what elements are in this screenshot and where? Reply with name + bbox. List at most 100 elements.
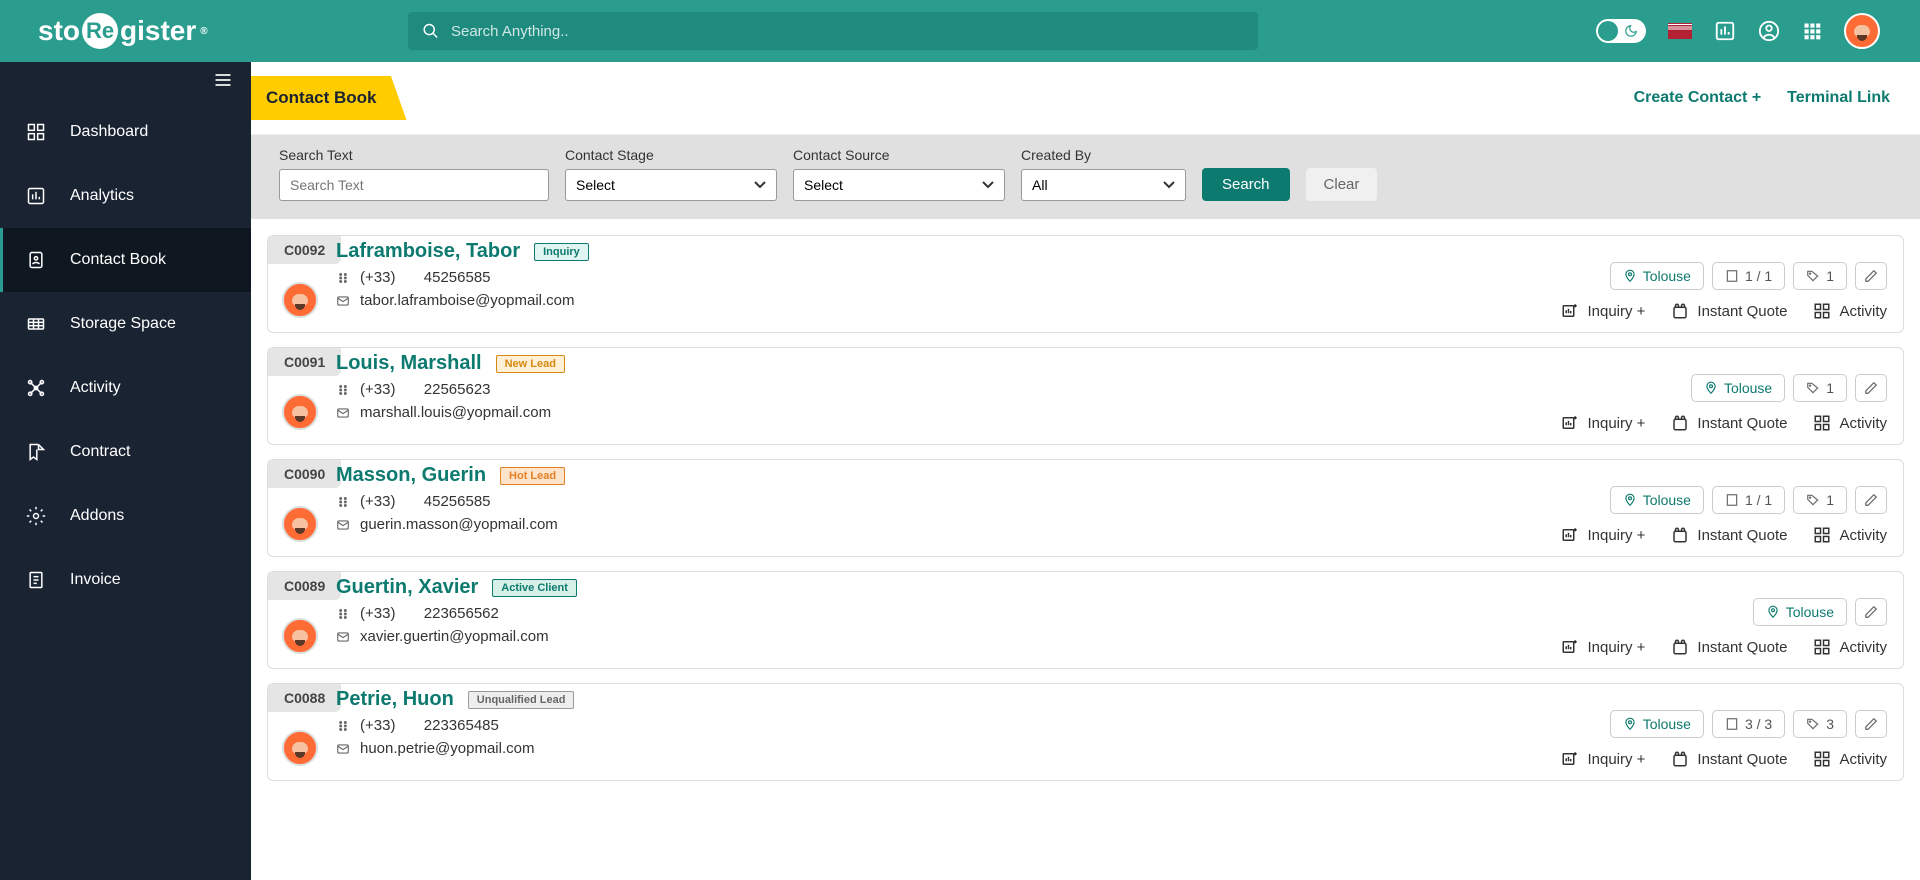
units-chip[interactable]: 1 / 1: [1712, 262, 1785, 290]
create-contact-link[interactable]: Create Contact +: [1634, 89, 1762, 107]
edit-chip[interactable]: [1855, 374, 1887, 402]
contact-chips: Tolouse: [1753, 598, 1887, 626]
activity-action[interactable]: Activity: [1813, 638, 1887, 656]
activity-action[interactable]: Activity: [1813, 526, 1887, 544]
quote-icon: [1671, 302, 1689, 320]
sidebar-item-label: Analytics: [70, 187, 134, 205]
instant-quote-action[interactable]: Instant Quote: [1671, 526, 1787, 544]
action-label: Inquiry +: [1587, 751, 1645, 768]
inquiry-action[interactable]: Inquiry +: [1561, 750, 1645, 768]
contact-stage-select[interactable]: Select: [565, 169, 777, 201]
action-label: Activity: [1839, 639, 1887, 656]
inquiry-plus-icon: [1561, 750, 1579, 768]
email-icon: [336, 742, 350, 756]
contact-name[interactable]: Laframboise, Tabor: [336, 240, 520, 263]
units-chip[interactable]: 3 / 3: [1712, 710, 1785, 738]
apps-grid-icon[interactable]: [1802, 21, 1822, 41]
activity-grid-icon: [1813, 526, 1831, 544]
tags-chip[interactable]: 1: [1793, 262, 1847, 290]
location-chip[interactable]: Tolouse: [1610, 710, 1704, 738]
tag-icon: [1806, 493, 1820, 507]
building-icon: [1725, 493, 1739, 507]
chip-text: Tolouse: [1643, 716, 1691, 732]
inquiry-action[interactable]: Inquiry +: [1561, 638, 1645, 656]
tags-chip[interactable]: 1: [1793, 374, 1847, 402]
contact-phone: 223656562: [424, 605, 499, 622]
location-chip[interactable]: Tolouse: [1753, 598, 1847, 626]
logo-circle: Re: [82, 13, 118, 49]
sidebar-item-analytics[interactable]: Analytics: [0, 164, 251, 228]
action-label: Instant Quote: [1697, 415, 1787, 432]
user-circle-icon[interactable]: [1758, 20, 1780, 42]
action-label: Inquiry +: [1587, 415, 1645, 432]
instant-quote-action[interactable]: Instant Quote: [1671, 638, 1787, 656]
activity-action[interactable]: Activity: [1813, 302, 1887, 320]
sidebar-item-invoice[interactable]: Invoice: [0, 548, 251, 612]
contact-id: C0088: [268, 684, 341, 712]
edit-chip[interactable]: [1855, 486, 1887, 514]
location-chip[interactable]: Tolouse: [1691, 374, 1785, 402]
contact-stage-badge: Unqualified Lead: [468, 691, 575, 709]
search-button[interactable]: Search: [1202, 168, 1290, 201]
user-avatar[interactable]: [1844, 13, 1880, 49]
inquiry-action[interactable]: Inquiry +: [1561, 414, 1645, 432]
location-chip[interactable]: Tolouse: [1610, 486, 1704, 514]
contact-email: xavier.guertin@yopmail.com: [360, 628, 549, 645]
units-chip[interactable]: 1 / 1: [1712, 486, 1785, 514]
contact-name[interactable]: Petrie, Huon: [336, 688, 454, 711]
search-text-input[interactable]: [279, 169, 549, 201]
analytics-icon[interactable]: [1714, 20, 1736, 42]
contact-name[interactable]: Louis, Marshall: [336, 352, 482, 375]
contact-chips: Tolouse 1 / 1 1: [1610, 486, 1887, 514]
contact-stage-badge: New Lead: [496, 355, 565, 373]
action-label: Instant Quote: [1697, 303, 1787, 320]
contact-name[interactable]: Masson, Guerin: [336, 464, 486, 487]
tags-chip[interactable]: 3: [1793, 710, 1847, 738]
action-label: Inquiry +: [1587, 303, 1645, 320]
instant-quote-action[interactable]: Instant Quote: [1671, 750, 1787, 768]
edit-chip[interactable]: [1855, 598, 1887, 626]
theme-toggle[interactable]: [1596, 19, 1646, 43]
contact-card: C0090Masson, GuerinHot Lead(+33) 4525658…: [267, 459, 1904, 557]
instant-quote-action[interactable]: Instant Quote: [1671, 302, 1787, 320]
activity-action[interactable]: Activity: [1813, 414, 1887, 432]
action-label: Instant Quote: [1697, 527, 1787, 544]
contact-id: C0092: [268, 236, 341, 264]
global-search[interactable]: [408, 12, 1258, 50]
edit-chip[interactable]: [1855, 262, 1887, 290]
instant-quote-action[interactable]: Instant Quote: [1671, 414, 1787, 432]
edit-chip[interactable]: [1855, 710, 1887, 738]
activity-action[interactable]: Activity: [1813, 750, 1887, 768]
sidebar-item-activity[interactable]: Activity: [0, 356, 251, 420]
terminal-link[interactable]: Terminal Link: [1787, 89, 1890, 107]
contact-name[interactable]: Guertin, Xavier: [336, 576, 478, 599]
contact-phone: 223365485: [424, 717, 499, 734]
building-icon: [1725, 269, 1739, 283]
contact-source-label: Contact Source: [793, 147, 1005, 163]
inquiry-plus-icon: [1561, 526, 1579, 544]
tags-chip[interactable]: 1: [1793, 486, 1847, 514]
sidebar-item-contact-book[interactable]: Contact Book: [0, 228, 251, 292]
created-by-select[interactable]: All: [1021, 169, 1186, 201]
chip-text: Tolouse: [1643, 268, 1691, 284]
sidebar-item-addons[interactable]: Addons: [0, 484, 251, 548]
logo-post: gister: [120, 15, 196, 47]
location-chip[interactable]: Tolouse: [1610, 262, 1704, 290]
us-flag-icon[interactable]: [1668, 23, 1692, 39]
contact-phone: 45256585: [424, 269, 491, 286]
inquiry-action[interactable]: Inquiry +: [1561, 302, 1645, 320]
contact-avatar: [282, 730, 318, 766]
sidebar-item-dashboard[interactable]: Dashboard: [0, 100, 251, 164]
inquiry-action[interactable]: Inquiry +: [1561, 526, 1645, 544]
sidebar-item-contract[interactable]: Contract: [0, 420, 251, 484]
sidebar-item-label: Dashboard: [70, 123, 148, 141]
action-label: Instant Quote: [1697, 639, 1787, 656]
global-search-input[interactable]: [451, 23, 1244, 40]
contact-card: C0092Laframboise, TaborInquiry(+33) 4525…: [267, 235, 1904, 333]
clear-button[interactable]: Clear: [1306, 168, 1378, 201]
contact-source-select[interactable]: Select: [793, 169, 1005, 201]
action-label: Activity: [1839, 527, 1887, 544]
menu-toggle-icon[interactable]: [211, 70, 235, 90]
sidebar-item-label: Activity: [70, 379, 121, 397]
sidebar-item-storage-space[interactable]: Storage Space: [0, 292, 251, 356]
